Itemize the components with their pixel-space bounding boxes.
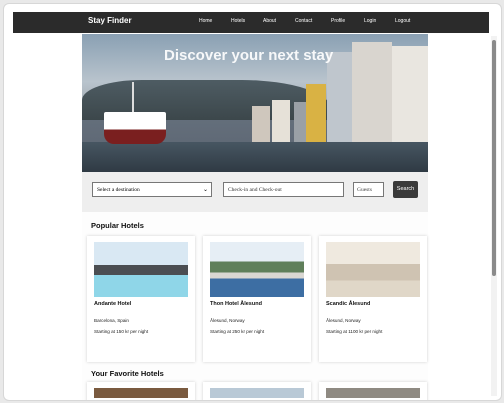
boat-mast xyxy=(132,82,134,114)
hero-building xyxy=(327,52,353,142)
hotel-image[interactable] xyxy=(210,242,304,297)
hero-banner: Discover your next stay xyxy=(82,34,428,172)
nav-login[interactable]: Login xyxy=(364,18,376,24)
hotel-image[interactable] xyxy=(326,242,420,297)
hotel-image[interactable] xyxy=(94,388,188,398)
hotel-price: Starting at 250 kr per night xyxy=(210,329,265,334)
guests-input[interactable]: Guests xyxy=(353,182,384,197)
hero-title: Discover your next stay xyxy=(164,47,334,64)
hotel-image[interactable] xyxy=(326,388,420,398)
hero-building xyxy=(306,84,326,142)
hotel-name[interactable]: Andante Hotel xyxy=(94,301,131,307)
hero-building xyxy=(392,46,428,142)
brand-logo[interactable]: Stay Finder xyxy=(88,16,132,25)
nav-about[interactable]: About xyxy=(263,18,276,24)
destination-select-value: Select a destination xyxy=(97,187,140,193)
hotel-name[interactable]: Scandic Ålesund xyxy=(326,301,370,307)
nav-home[interactable]: Home xyxy=(199,18,212,24)
favorite-hotels-title: Your Favorite Hotels xyxy=(91,369,164,378)
search-bar: Select a destination ⌄ Check-in and Chec… xyxy=(82,172,428,212)
search-button[interactable]: Search xyxy=(393,181,418,198)
popular-hotels-title: Popular Hotels xyxy=(91,221,144,230)
hotel-location: Ålesund, Norway xyxy=(210,318,245,323)
hero-water xyxy=(82,142,428,172)
hotel-price: Starting at 150 kr per night xyxy=(94,329,149,334)
favorite-hotel-card[interactable] xyxy=(319,382,427,400)
top-navbar: Stay Finder Home Hotels About Contact Pr… xyxy=(13,12,489,33)
hero-building xyxy=(252,106,270,142)
nav-logout[interactable]: Logout xyxy=(395,18,410,24)
chevron-down-icon: ⌄ xyxy=(202,187,208,193)
hotel-price: Starting at 1100 kr per night xyxy=(326,329,383,334)
date-range-input[interactable]: Check-in and Check-out xyxy=(223,182,344,197)
hotel-location: Barcelona, Spain xyxy=(94,318,129,323)
favorite-hotel-card[interactable] xyxy=(87,382,195,400)
favorite-hotel-card[interactable] xyxy=(203,382,311,400)
hotel-card[interactable]: Scandic Ålesund Ålesund, Norway Starting… xyxy=(319,236,427,362)
destination-select[interactable]: Select a destination ⌄ xyxy=(92,182,212,197)
hotel-image[interactable] xyxy=(94,242,188,297)
hero-building xyxy=(272,100,290,142)
nav-hotels[interactable]: Hotels xyxy=(231,18,245,24)
scrollbar-thumb[interactable] xyxy=(492,40,496,276)
hotel-name[interactable]: Thon Hotel Ålesund xyxy=(210,301,262,307)
hotel-location: Ålesund, Norway xyxy=(326,318,361,323)
hotel-card[interactable]: Thon Hotel Ålesund Ålesund, Norway Start… xyxy=(203,236,311,362)
hotel-card[interactable]: Andante Hotel Barcelona, Spain Starting … xyxy=(87,236,195,362)
nav-contact[interactable]: Contact xyxy=(295,18,312,24)
nav-profile[interactable]: Profile xyxy=(331,18,345,24)
hero-boat xyxy=(104,112,166,144)
browser-window: Stay Finder Home Hotels About Contact Pr… xyxy=(3,3,502,401)
hotel-image[interactable] xyxy=(210,388,304,398)
